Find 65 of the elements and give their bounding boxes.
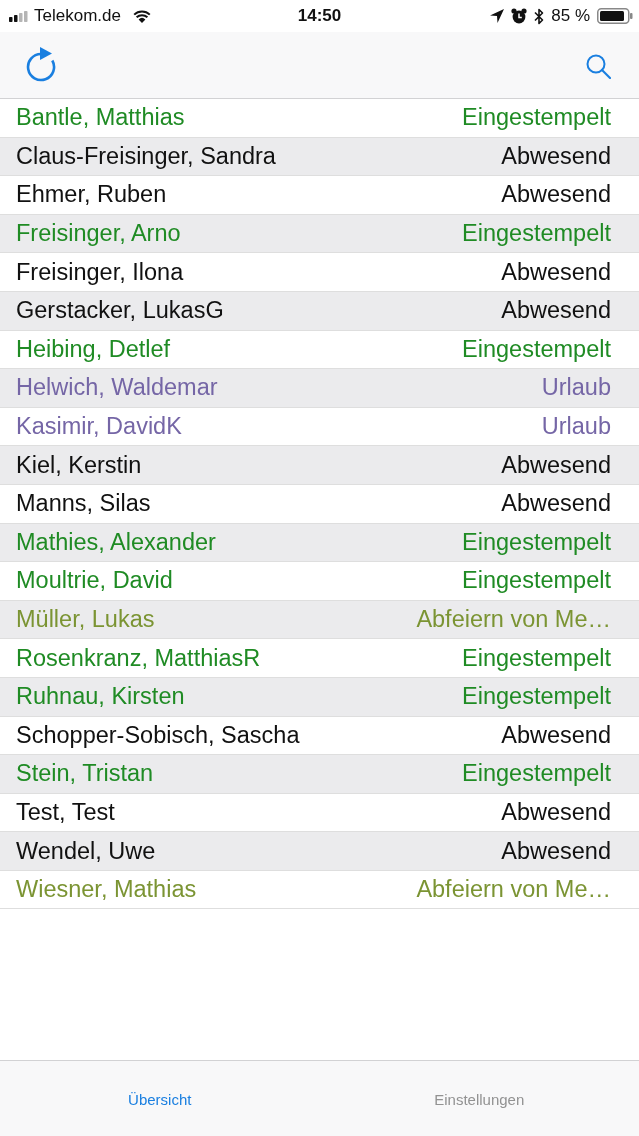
status-label: Eingestempelt <box>462 220 611 248</box>
status-label: Urlaub <box>541 374 611 402</box>
status-label: Eingestempelt <box>462 683 611 711</box>
status-label: Abwesend <box>501 297 611 325</box>
status-label: Abfeiern von Me… <box>416 876 611 904</box>
list-row[interactable]: Kiel, Kerstin Abwesend <box>0 446 639 485</box>
employee-name: Ruhnau, Kirsten <box>16 683 185 711</box>
list-row[interactable]: Müller, Lukas Abfeiern von Me… <box>0 600 639 640</box>
list-row[interactable]: Freisinger, Arno Eingestempelt <box>0 214 639 254</box>
tab[interactable]: Übersicht <box>122 1087 198 1112</box>
list-row[interactable]: Ruhnau, Kirsten Eingestempelt <box>0 677 639 717</box>
list-row[interactable]: Stein, Tristan Eingestempelt <box>0 755 639 794</box>
employee-name: Bantle, Matthias <box>16 104 185 132</box>
wifi-icon <box>132 9 151 23</box>
status-label: Abwesend <box>501 451 611 479</box>
status-label: Eingestempelt <box>462 644 611 672</box>
list-row[interactable]: Mathies, Alexander Eingestempelt <box>0 523 639 563</box>
status-label: Eingestempelt <box>462 335 611 363</box>
employee-name: Helwich, Waldemar <box>16 374 218 402</box>
employee-name: Wiesner, Mathias <box>16 876 197 904</box>
carrier-name: Telekom.de <box>34 6 121 26</box>
employee-name: Kasimir, DavidK <box>16 413 182 441</box>
status-label: Abwesend <box>501 721 611 749</box>
status-label: Eingestempelt <box>462 104 611 132</box>
status-label: Urlaub <box>541 413 611 441</box>
employee-name: Gerstacker, LukasG <box>16 297 224 325</box>
status-label: Eingestempelt <box>462 528 611 556</box>
list-row[interactable]: Helwich, Waldemar Urlaub <box>0 369 639 408</box>
status-label: Abwesend <box>501 142 611 170</box>
employee-name: Wendel, Uwe <box>16 837 156 865</box>
employee-name: Test, Test <box>16 799 115 826</box>
status-label: Abwesend <box>501 837 611 865</box>
status-label: Eingestempelt <box>462 567 611 595</box>
status-label: Abfeiern von Me… <box>416 606 611 633</box>
status-label: Abwesend <box>501 799 611 826</box>
employee-name: Mathies, Alexander <box>16 528 216 556</box>
battery-icon <box>597 8 633 24</box>
alarm-clock-icon <box>511 8 528 24</box>
list-row[interactable]: Claus-Freisinger, Sandra Abwesend <box>0 137 639 177</box>
employee-name: Ehmer, Ruben <box>16 181 167 209</box>
employee-name: Schopper-Sobisch, Sascha <box>16 721 300 749</box>
employee-name: Moultrie, David <box>16 567 173 595</box>
list-row[interactable]: Gerstacker, LukasG Abwesend <box>0 291 639 331</box>
bluetooth-icon <box>534 7 545 25</box>
employee-name: Müller, Lukas <box>16 606 155 633</box>
tab[interactable]: Einstellungen <box>428 1087 531 1112</box>
status-label: Abwesend <box>501 258 611 286</box>
battery-percentage: 85 % <box>551 6 590 26</box>
employee-name: Rosenkranz, MatthiasR <box>16 644 261 672</box>
employee-name: Claus-Freisinger, Sandra <box>16 142 276 170</box>
list-row[interactable]: Wendel, Uwe Abwesend <box>0 832 639 871</box>
search-icon[interactable] <box>586 53 611 79</box>
status-time: 14:50 <box>297 6 342 26</box>
employee-name: Stein, Tristan <box>16 760 154 788</box>
signal-icon <box>9 10 28 22</box>
employee-name: Heibing, Detlef <box>16 335 171 363</box>
location-arrow-icon <box>490 9 505 23</box>
status-label: Abwesend <box>501 490 611 518</box>
refresh-icon[interactable] <box>26 46 56 82</box>
status-label: Eingestempelt <box>462 760 611 788</box>
employee-name: Kiel, Kerstin <box>16 451 142 479</box>
status-label: Abwesend <box>501 181 611 209</box>
employee-name: Freisinger, Ilona <box>16 258 184 286</box>
employee-name: Freisinger, Arno <box>16 220 181 248</box>
employee-name: Manns, Silas <box>16 490 151 518</box>
